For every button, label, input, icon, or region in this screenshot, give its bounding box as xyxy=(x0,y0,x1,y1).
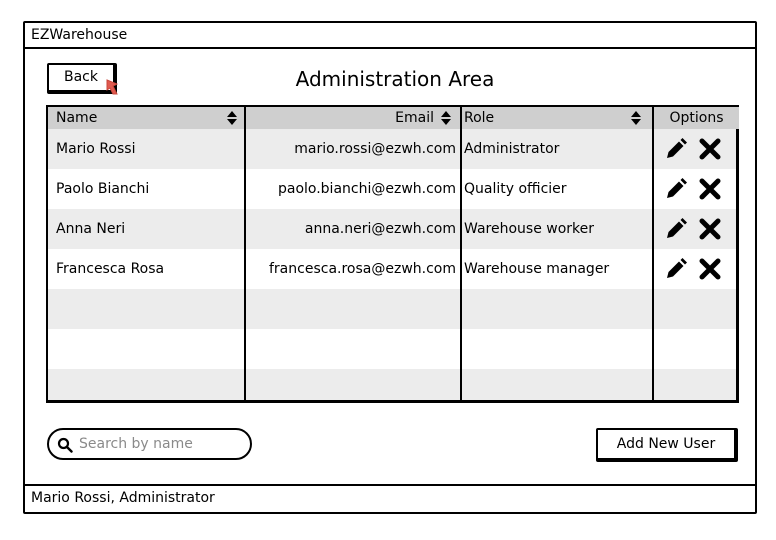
cell-name: Anna Neri xyxy=(56,221,126,237)
empty-row xyxy=(48,369,736,400)
status-text: Mario Rossi, Administrator xyxy=(31,490,215,506)
status-bar: Mario Rossi, Administrator xyxy=(25,484,755,512)
pencil-icon[interactable] xyxy=(664,257,688,281)
add-user-button[interactable]: Add New User xyxy=(596,428,738,462)
cell-email: mario.rossi@ezwh.com xyxy=(294,141,456,157)
column-divider xyxy=(652,107,654,400)
pencil-icon[interactable] xyxy=(664,177,688,201)
cell-options xyxy=(664,209,736,249)
page-title: Administration Area xyxy=(295,67,495,91)
empty-row xyxy=(48,329,736,369)
users-table: Name Email Role Options Mario Rossi mari… xyxy=(46,105,739,403)
cursor-icon xyxy=(106,79,119,95)
sort-icon[interactable] xyxy=(630,110,642,126)
column-header-label: Email xyxy=(395,110,434,126)
cell-name: Francesca Rosa xyxy=(56,261,165,277)
column-header-label: Name xyxy=(56,110,98,126)
close-icon[interactable] xyxy=(698,137,722,161)
close-icon[interactable] xyxy=(698,257,722,281)
empty-row xyxy=(48,289,736,329)
search-box[interactable] xyxy=(47,428,252,460)
cell-options xyxy=(664,169,736,209)
add-user-button-label: Add New User xyxy=(616,436,716,452)
column-header-role[interactable]: Role xyxy=(462,107,652,129)
column-header-name[interactable]: Name xyxy=(48,107,244,129)
cell-role: Warehouse worker xyxy=(464,221,595,237)
window-title: EZWarehouse xyxy=(31,27,128,43)
column-header-label: Options xyxy=(669,110,724,126)
sort-icon[interactable] xyxy=(440,110,452,126)
column-divider xyxy=(244,107,246,400)
close-icon[interactable] xyxy=(698,177,722,201)
cell-email: francesca.rosa@ezwh.com xyxy=(269,261,456,277)
title-bar: EZWarehouse xyxy=(25,23,755,49)
column-divider xyxy=(460,107,462,400)
app-window: EZWarehouse Back Administration Area Nam… xyxy=(23,21,757,514)
cell-role: Quality officier xyxy=(464,181,567,197)
pencil-icon[interactable] xyxy=(664,137,688,161)
cell-name: Paolo Bianchi xyxy=(56,181,150,197)
cell-options xyxy=(664,249,736,289)
column-header-label: Role xyxy=(464,110,495,126)
column-header-email[interactable]: Email xyxy=(246,107,460,129)
cell-role: Warehouse manager xyxy=(464,261,610,277)
column-header-options: Options xyxy=(654,107,739,129)
search-input[interactable] xyxy=(77,434,242,454)
cell-email: anna.neri@ezwh.com xyxy=(304,221,456,237)
back-button-label: Back xyxy=(64,69,98,85)
close-icon[interactable] xyxy=(698,217,722,241)
pencil-icon[interactable] xyxy=(664,217,688,241)
search-icon xyxy=(57,437,73,453)
sort-icon[interactable] xyxy=(226,110,238,126)
cell-options xyxy=(664,129,736,169)
cell-role: Administrator xyxy=(464,141,560,157)
back-button[interactable]: Back xyxy=(47,63,119,95)
cell-email: paolo.bianchi@ezwh.com xyxy=(277,181,456,197)
cell-name: Mario Rossi xyxy=(56,141,136,157)
